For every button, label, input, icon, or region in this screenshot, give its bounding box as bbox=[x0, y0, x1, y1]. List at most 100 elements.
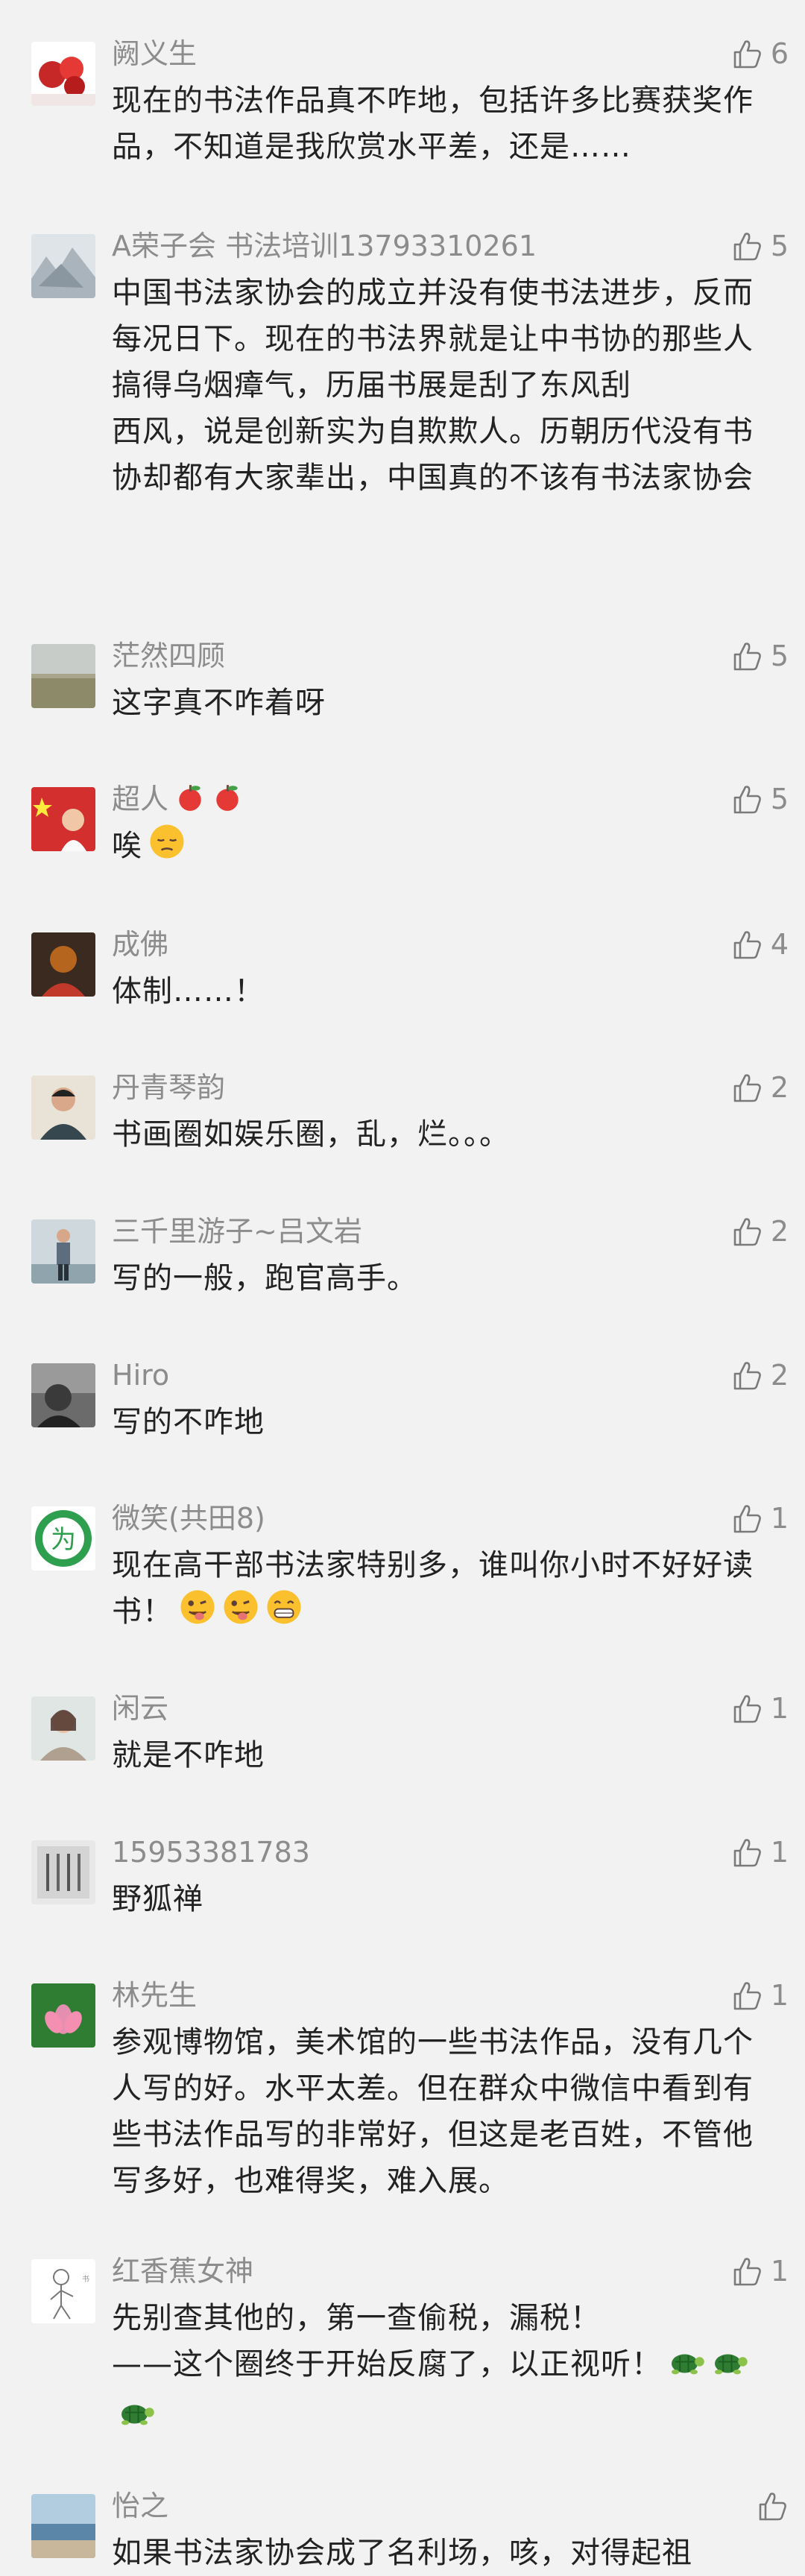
like-count: 5 bbox=[770, 230, 789, 262]
calligraphy-avatar[interactable] bbox=[31, 1840, 95, 1904]
thumbs-up-icon bbox=[730, 1071, 763, 1104]
comment-text-content: 唉 bbox=[112, 829, 142, 863]
commenter-name[interactable]: 三千里游子~吕文岩 bbox=[112, 1212, 362, 1251]
comment-text: 中国书法家协会的成立并没有使书法进步，反而每况日下。现在的书法界就是让中书协的那… bbox=[112, 270, 760, 501]
like-count: 5 bbox=[770, 640, 789, 672]
comment-list: 阙义生现在的书法作品真不咋地，包括许多比赛获奖作品，不知道是我欣赏水平差，还是…… bbox=[0, 0, 805, 2570]
commenter-name-text: 丹青琴韵 bbox=[112, 1071, 226, 1104]
apple-emoji bbox=[212, 782, 243, 823]
comment-text: 就是不咋地 bbox=[112, 1732, 760, 1778]
comment-text: 这字真不咋着呀 bbox=[112, 680, 760, 726]
commenter-name[interactable]: 微笑(共田8) bbox=[112, 1499, 265, 1538]
thumbs-up-icon bbox=[730, 640, 763, 672]
commenter-name[interactable]: 丹青琴韵 bbox=[112, 1068, 225, 1107]
thumbs-up-icon bbox=[730, 230, 763, 262]
comment-text-content: 体制……！ bbox=[112, 974, 265, 1008]
commenter-name[interactable]: 阙义生 bbox=[112, 34, 197, 73]
comment-text: 先别查其他的，第一查偷税，漏税！ ——这个圈终于开始反腐了，以正视听！ bbox=[112, 2295, 760, 2443]
commenter-name-text: 成佛 bbox=[112, 928, 169, 961]
commenter-name-text: A荣子会 书法培训13793310261 bbox=[112, 230, 537, 262]
green-badge-avatar[interactable]: 为 bbox=[31, 1506, 95, 1570]
lotus-avatar[interactable] bbox=[31, 1983, 95, 2048]
commenter-name[interactable]: 茫然四顾 bbox=[112, 637, 225, 675]
thumbs-up-icon bbox=[730, 1502, 763, 1535]
comment-text: 书画圈如娱乐圈，乱，烂。。。 bbox=[112, 1111, 760, 1158]
commenter-name[interactable]: Hiro bbox=[112, 1356, 169, 1395]
commenter-name[interactable]: 林先生 bbox=[112, 1976, 197, 2015]
commenter-name[interactable]: 15953381783 bbox=[112, 1833, 310, 1872]
like-button[interactable]: 1 bbox=[730, 1976, 789, 2015]
commenter-name[interactable]: 超人 bbox=[112, 780, 243, 823]
like-button[interactable]: 2 bbox=[730, 1068, 789, 1107]
sketch-figure-avatar[interactable]: 书 bbox=[31, 2259, 95, 2323]
like-count: 1 bbox=[770, 1836, 789, 1869]
comment-text-content: 现在的书法作品真不咋地，包括许多比赛获奖作品，不知道是我欣赏水平差，还是…… bbox=[112, 83, 754, 164]
thumbs-up-icon bbox=[730, 928, 763, 961]
like-button[interactable] bbox=[756, 2487, 789, 2525]
like-count: 1 bbox=[770, 1502, 789, 1535]
svg-text:为: 为 bbox=[51, 1525, 76, 1555]
turtle-emoji bbox=[711, 2341, 748, 2392]
commenter-name[interactable]: 红香蕉女神 bbox=[112, 2252, 253, 2291]
turtle-emoji bbox=[118, 2392, 155, 2443]
comment-text-content: 中国书法家协会的成立并没有使书法进步，反而每况日下。现在的书法界就是让中书协的那… bbox=[112, 276, 754, 495]
like-button[interactable]: 2 bbox=[730, 1356, 789, 1395]
monk-avatar[interactable] bbox=[31, 932, 95, 997]
commenter-name[interactable]: A荣子会 书法培训13793310261 bbox=[112, 227, 537, 265]
like-count: 2 bbox=[770, 1071, 789, 1104]
pensive-face-emoji bbox=[148, 823, 186, 874]
red-flower-avatar[interactable] bbox=[31, 42, 95, 106]
like-button[interactable]: 2 bbox=[730, 1212, 789, 1251]
commenter-name-text: 闲云 bbox=[112, 1692, 169, 1725]
like-button[interactable]: 5 bbox=[730, 780, 789, 818]
tongue-face-emoji bbox=[222, 1588, 259, 1639]
flag-person-avatar[interactable] bbox=[31, 787, 95, 851]
commenter-name-text: Hiro bbox=[112, 1359, 170, 1392]
comment-text: 体制……！ bbox=[112, 968, 760, 1014]
thumbs-up-icon bbox=[730, 2255, 763, 2288]
comment-text-content: 参观博物馆，美术馆的一些书法作品，没有几个人写的好。水平太差。但在群众中微信中看… bbox=[112, 2025, 754, 2198]
standing-man-avatar[interactable] bbox=[31, 1219, 95, 1284]
like-button[interactable]: 1 bbox=[730, 1689, 789, 1728]
like-button[interactable]: 1 bbox=[730, 1833, 789, 1872]
comment-text: 现在的书法作品真不咋地，包括许多比赛获奖作品，不知道是我欣赏水平差，还是…… bbox=[112, 78, 760, 170]
thumbs-up-icon bbox=[730, 1979, 763, 2012]
comment-text-content: 野狐禅 bbox=[112, 1882, 203, 1916]
commenter-name[interactable]: 闲云 bbox=[112, 1689, 168, 1728]
like-count: 1 bbox=[770, 1692, 789, 1725]
man-portrait-avatar[interactable] bbox=[31, 1076, 95, 1140]
thumbs-up-icon bbox=[730, 1836, 763, 1869]
like-count: 6 bbox=[770, 37, 789, 70]
like-count: 1 bbox=[770, 2255, 789, 2288]
like-button[interactable]: 1 bbox=[730, 1499, 789, 1538]
thumbs-up-icon bbox=[730, 37, 763, 70]
comment-text: 参观博物馆，美术馆的一些书法作品，没有几个人写的好。水平太差。但在群众中微信中看… bbox=[112, 2019, 760, 2204]
field-landscape-avatar[interactable] bbox=[31, 644, 95, 708]
like-button[interactable]: 1 bbox=[730, 2252, 789, 2291]
grin-face-emoji bbox=[265, 1588, 303, 1639]
commenter-name-text: 15953381783 bbox=[112, 1836, 310, 1869]
like-button[interactable]: 5 bbox=[730, 637, 789, 675]
comment-text-content: 书画圈如娱乐圈，乱，烂。。。 bbox=[112, 1117, 510, 1152]
comment-text-content: 这字真不咋着呀 bbox=[112, 686, 326, 720]
like-button[interactable]: 6 bbox=[730, 34, 789, 73]
commenter-name-text: 怡之 bbox=[112, 2490, 169, 2522]
seascape-avatar[interactable] bbox=[31, 2494, 95, 2558]
commenter-name-text: 林先生 bbox=[112, 1979, 198, 2012]
commenter-name[interactable]: 成佛 bbox=[112, 925, 168, 964]
thumbs-up-icon bbox=[730, 1215, 763, 1248]
comment-text: 现在高干部书法家特别多，谁叫你小时不好好读书！ bbox=[112, 1542, 760, 1639]
like-count: 2 bbox=[770, 1359, 789, 1392]
like-count: 4 bbox=[770, 928, 789, 961]
comment-text-content: 写的不咋地 bbox=[112, 1405, 265, 1439]
tongue-face-emoji bbox=[179, 1588, 216, 1639]
apple-emoji bbox=[174, 782, 206, 823]
commenter-name[interactable]: 怡之 bbox=[112, 2487, 168, 2525]
commenter-name-text: 茫然四顾 bbox=[112, 640, 226, 672]
like-button[interactable]: 5 bbox=[730, 227, 789, 265]
like-button[interactable]: 4 bbox=[730, 925, 789, 964]
woman-portrait-avatar[interactable] bbox=[31, 1696, 95, 1761]
ink-landscape-avatar[interactable] bbox=[31, 234, 95, 298]
dark-portrait-avatar[interactable] bbox=[31, 1363, 95, 1427]
comment-text: 如果书法家协会成了名利场，咳，对得起祖 bbox=[112, 2530, 760, 2576]
